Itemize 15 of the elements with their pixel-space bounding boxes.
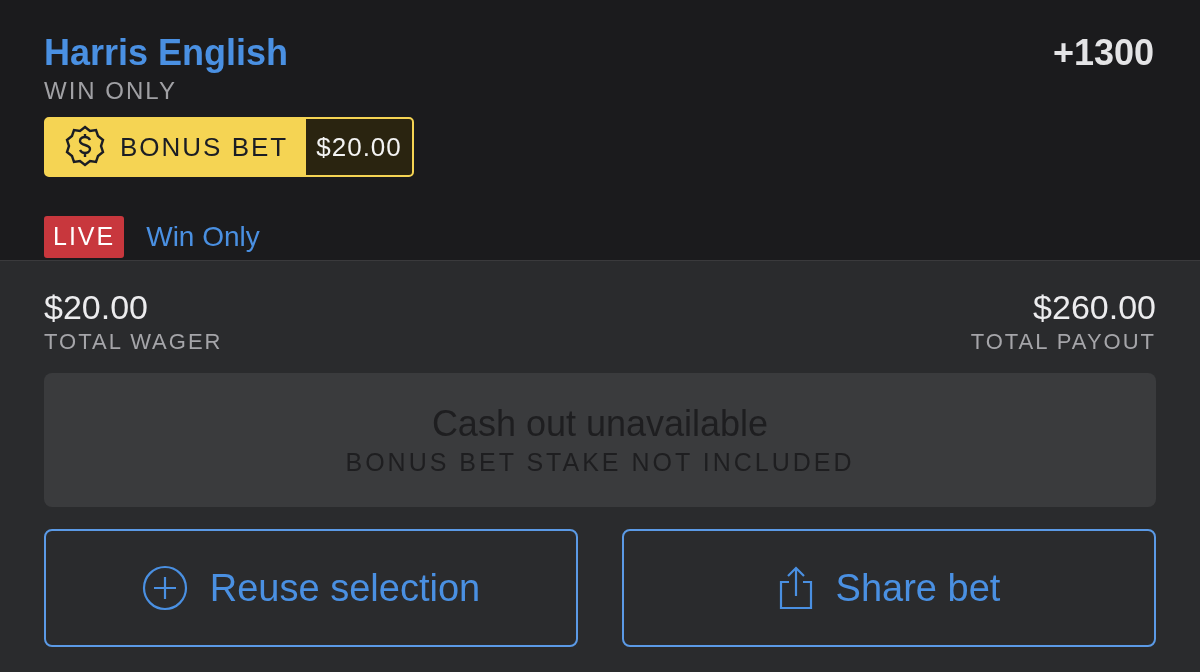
wager-amount: $20.00 [44,287,148,327]
wager-label: TOTAL WAGER [44,328,223,356]
share-icon [777,566,814,610]
odds: +1300 [1052,31,1155,75]
bonus-bet-amount: $20.00 [306,119,412,175]
payout-label: TOTAL PAYOUT [970,328,1156,356]
market-label: WIN ONLY [44,76,177,106]
live-badge: LIVE [44,216,125,258]
payout-amount: $260.00 [1033,287,1156,327]
share-bet-button[interactable]: Share bet [622,529,1156,647]
bet-type: Win Only [146,220,260,254]
bonus-bet-label: BONUS BET [120,130,289,164]
reuse-selection-button[interactable]: Reuse selection [44,529,578,647]
plus-circle-icon [141,565,188,611]
player-name: Harris English [44,31,289,75]
